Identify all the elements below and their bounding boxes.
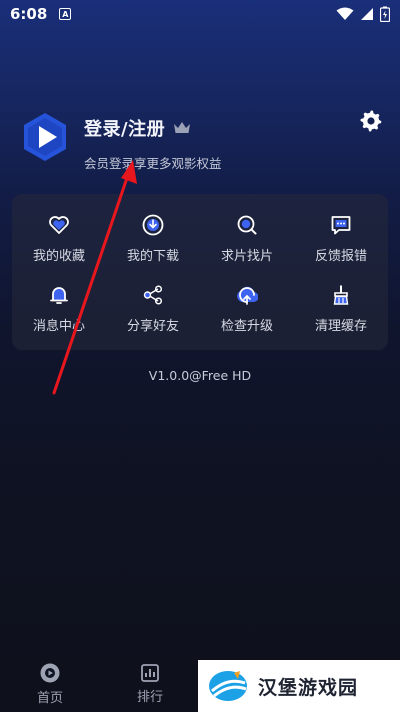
status-icons: [336, 6, 390, 22]
request-film-button[interactable]: 求片找片: [200, 204, 294, 274]
home-icon: [40, 663, 60, 683]
message-center-button[interactable]: 消息中心: [12, 274, 106, 344]
status-time: 6:08: [10, 5, 48, 23]
share-friends-button[interactable]: 分享好友: [106, 274, 200, 344]
share-icon: [143, 285, 163, 305]
clear-cache-button[interactable]: 清理缓存: [294, 274, 388, 344]
crown-icon: [174, 122, 191, 133]
login-subtitle: 会员登录享更多观影权益: [84, 156, 222, 171]
download-icon: [142, 214, 164, 236]
broom-icon: [333, 285, 349, 305]
wifi-icon: [336, 7, 354, 20]
version-label: V1.0.0@Free HD: [148, 368, 252, 383]
rank-icon: [141, 664, 159, 682]
favorites-button[interactable]: 我的收藏: [12, 204, 106, 274]
watermark-text: 汉堡游戏园: [258, 676, 359, 699]
profile-header[interactable]: 登录/注册 会员登录享更多观影权益: [22, 112, 222, 172]
grid-label: 我的收藏: [32, 249, 85, 264]
grid-label: 求片找片: [220, 249, 273, 264]
nav-rank[interactable]: 排行: [100, 663, 200, 705]
grid-label: 检查升级: [220, 319, 273, 334]
upgrade-icon: [237, 286, 258, 305]
grid-label: 消息中心: [32, 319, 85, 334]
feedback-button[interactable]: 反馈报错: [294, 204, 388, 274]
feedback-icon: [331, 216, 351, 235]
signal-icon: [361, 8, 373, 20]
grid-label: 分享好友: [126, 319, 179, 334]
notification-icon: A: [59, 8, 72, 20]
heart-icon: [49, 216, 69, 234]
grid-label: 反馈报错: [314, 249, 367, 264]
bell-icon: [50, 287, 68, 304]
annotation-arrow-icon: [52, 160, 137, 395]
gear-icon[interactable]: [359, 109, 383, 133]
battery-icon: [380, 6, 390, 22]
downloads-button[interactable]: 我的下载: [106, 204, 200, 274]
watermark-logo-icon: [209, 671, 247, 701]
search-film-icon: [237, 215, 257, 235]
app-logo-icon: [24, 113, 66, 161]
watermark: 汉堡游戏园: [198, 660, 400, 712]
grid-label: 我的下载: [126, 249, 179, 264]
function-grid: 我的收藏 我的下载 求片找片 反馈报错 消息中心 分享好友 检查升级 清理缓存: [12, 194, 388, 350]
check-update-button[interactable]: 检查升级: [200, 274, 294, 344]
nav-home[interactable]: 首页: [0, 662, 100, 706]
nav-label: 首页: [36, 691, 63, 706]
login-register-link[interactable]: 登录/注册: [84, 115, 165, 141]
status-bar: 6:08 A: [0, 0, 400, 28]
grid-label: 清理缓存: [314, 319, 367, 334]
nav-label: 排行: [136, 690, 163, 705]
